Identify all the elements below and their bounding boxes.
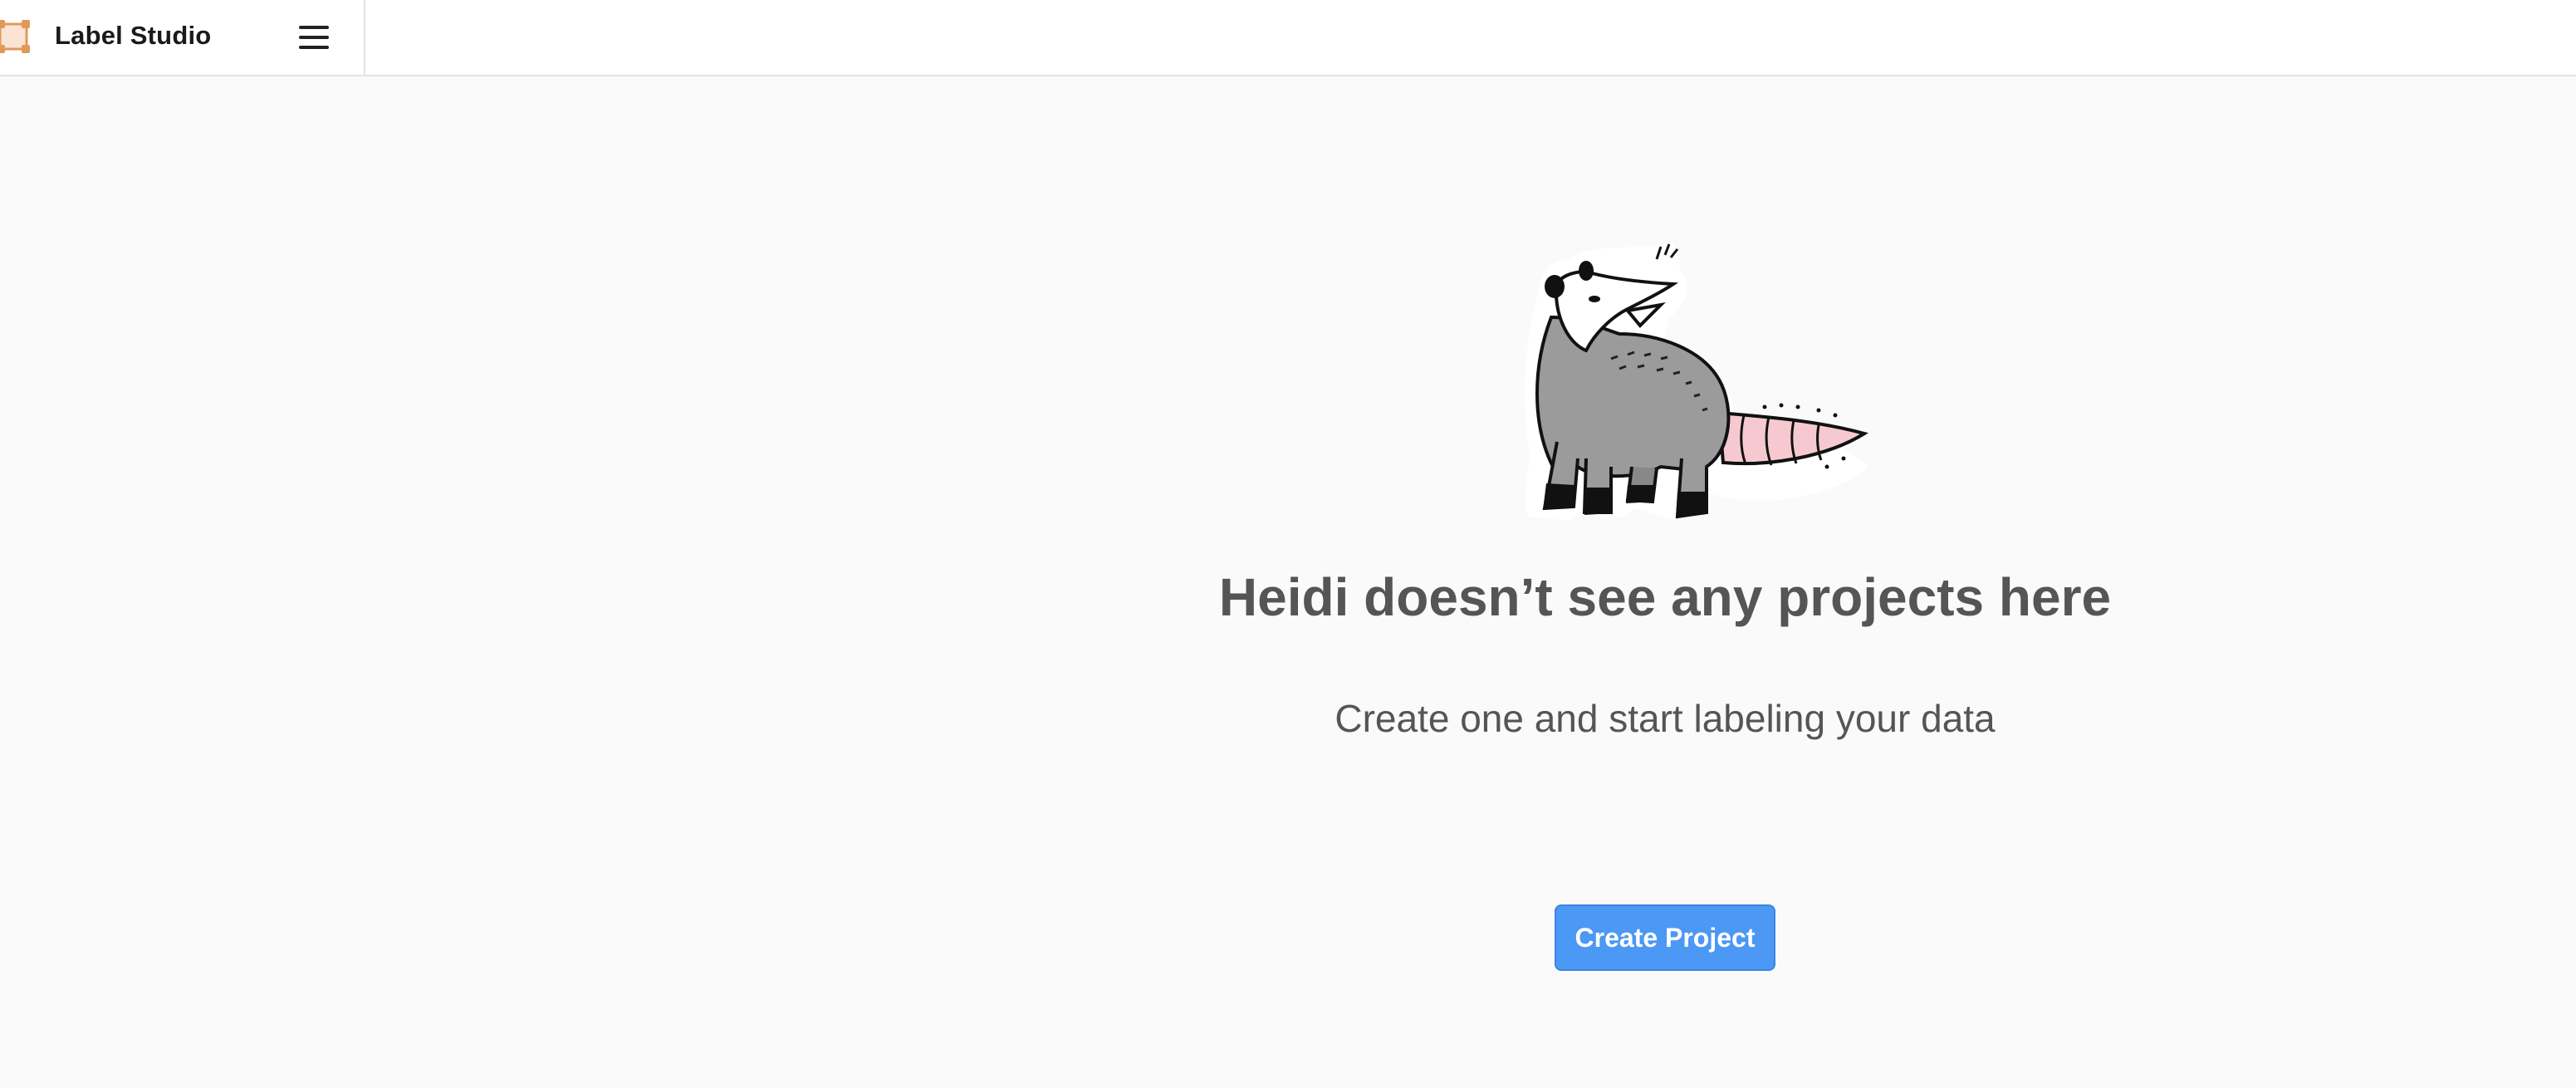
empty-state-subtitle: Create one and start labeling your data (1335, 697, 1996, 740)
main-menu-button[interactable] (291, 18, 337, 56)
label-studio-logo-icon[interactable] (0, 20, 33, 53)
app-name[interactable]: Label Studio (55, 21, 211, 51)
empty-state-title: Heidi doesn’t see any projects here (1218, 567, 2112, 627)
create-project-button[interactable]: Create Project (1555, 904, 1775, 971)
projects-empty-state: Heidi doesn’t see any projects here Crea… (0, 76, 2576, 1088)
top-navigation-bar: Label Studio (0, 0, 2576, 76)
opossum-illustration (1524, 243, 1868, 521)
hamburger-menu-icon (299, 26, 329, 49)
brand-area: Label Studio (0, 0, 365, 75)
